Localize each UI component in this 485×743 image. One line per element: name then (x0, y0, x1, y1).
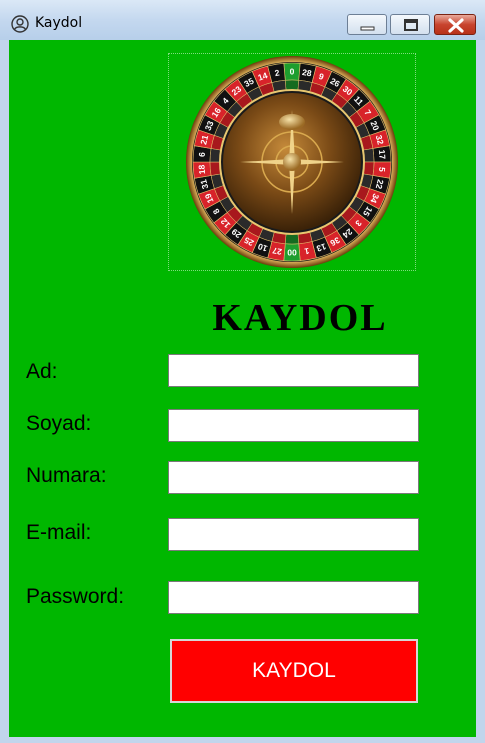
password-label: Password: (26, 585, 125, 608)
user-circle-icon (11, 15, 29, 33)
password-input[interactable] (168, 581, 419, 614)
close-button[interactable] (434, 14, 476, 35)
minimize-icon (360, 26, 375, 31)
wheel-number: 27 (271, 246, 282, 257)
form-heading: KAYDOL (212, 297, 388, 339)
wheel-number: 0 (290, 67, 295, 77)
numara-input[interactable] (168, 461, 419, 494)
wheel-number: 00 (287, 248, 297, 258)
soyad-input[interactable] (168, 409, 419, 442)
numara-label: Numara: (26, 464, 107, 487)
minimize-button[interactable] (347, 14, 387, 35)
wheel-pocket (284, 233, 300, 245)
close-icon (448, 18, 464, 33)
wheel-number: 28 (301, 67, 312, 78)
maximize-icon (404, 19, 418, 31)
maximize-button[interactable] (390, 14, 430, 35)
wheel-number: 18 (196, 164, 207, 175)
turret-knob (279, 114, 305, 130)
ad-label: Ad: (26, 360, 58, 383)
wheel-number: 17 (377, 149, 388, 160)
title-bar[interactable]: Kaydol (0, 0, 485, 40)
window-title: Kaydol (35, 15, 83, 31)
wheel-pocket (284, 79, 300, 91)
ad-input[interactable] (168, 354, 419, 387)
roulette-logo: 0 28 9 26 30 11 7 20 32 17 5 22 34 15 3 24 36 13 1 00 27 10 25… (168, 53, 416, 271)
roulette-wheel-icon: 0 28 9 263011720321752234153243613100271025… (186, 56, 398, 268)
soyad-label: Soyad: (26, 412, 92, 435)
email-input[interactable] (168, 518, 419, 551)
turret-cap (283, 153, 301, 171)
email-label: E-mail: (26, 521, 92, 544)
kaydol-button[interactable]: KAYDOL (170, 639, 418, 703)
